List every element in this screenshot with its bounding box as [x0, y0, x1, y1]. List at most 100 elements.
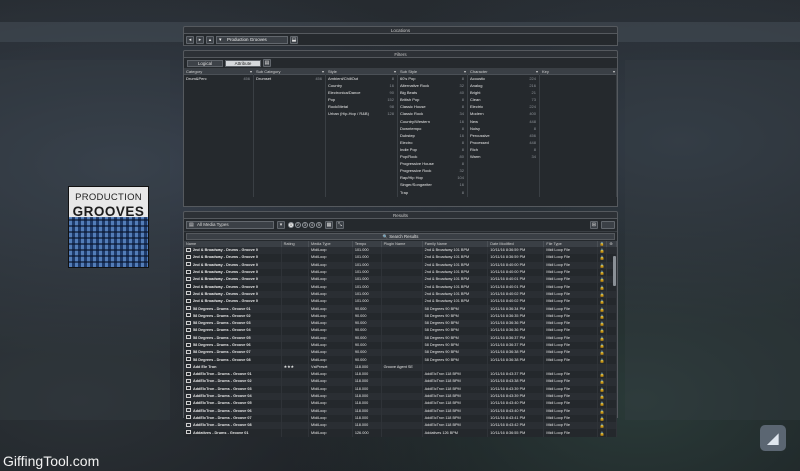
filter-item[interactable]: Clean 73	[468, 96, 539, 103]
filter-item[interactable]: Country 16	[326, 82, 397, 89]
write-protect-icon[interactable]: 🔒	[597, 378, 608, 386]
filter-item[interactable]: Warm 34	[468, 153, 539, 160]
filter-item[interactable]: Drum&Perc 456	[184, 75, 253, 82]
write-protect-icon[interactable]: 🔒	[597, 268, 608, 277]
filter-item[interactable]: Pop 152	[326, 96, 397, 103]
write-protect-icon[interactable]: 🔒	[597, 429, 608, 437]
media-type-select[interactable]: All Media Types	[186, 221, 274, 229]
back-icon[interactable]: ◂	[186, 35, 194, 44]
filter-item[interactable]: Rap/Hip Hop 104	[398, 174, 467, 181]
table-row[interactable]: 58 Degrees - Drums - Groove 07 MidiLoop 90…	[184, 349, 617, 357]
filter-item[interactable]: Electric 224	[468, 103, 539, 110]
table-row[interactable]: 2nd & Broadway - Drums - Groove 0 MidiLoo…	[184, 298, 617, 306]
filter-item[interactable]: Drumset 456	[254, 75, 325, 82]
filter-item[interactable]: Classic House 8	[398, 103, 467, 110]
location-path-select[interactable]: Production Grooves	[216, 35, 288, 44]
tab-logical[interactable]: Logical	[187, 59, 223, 67]
write-protect-icon[interactable]: 🔒	[597, 407, 608, 415]
write-protect-icon[interactable]: 🔒	[597, 349, 608, 357]
table-row[interactable]: AddElcTron - Drums - Groove 07 MidiLoop 11…	[184, 414, 617, 423]
filter-item[interactable]: Bright 21	[468, 89, 539, 96]
write-protect-icon[interactable]	[597, 363, 608, 372]
table-row[interactable]: Add Ele Tron ★★★ VstPreset 118.000 Groove Ag…	[184, 363, 617, 372]
write-protect-icon[interactable]: 🔒	[597, 400, 608, 408]
table-row[interactable]: 58 Degrees - Drums - Groove 08 MidiLoop 90…	[184, 356, 617, 364]
media-type-dropdown-icon[interactable]: ▾	[277, 221, 285, 229]
table-row[interactable]: 2nd & Broadway - Drums - Groove 0 MidiLoo…	[184, 261, 617, 269]
forward-icon[interactable]: ▸	[196, 35, 204, 44]
write-protect-icon[interactable]: 🔒	[597, 327, 608, 335]
table-row[interactable]: AddElcTron - Drums - Groove 06 MidiLoop 11…	[184, 407, 617, 415]
write-protect-icon[interactable]: 🔒	[597, 261, 608, 269]
table-row[interactable]: 58 Degrees - Drums - Groove 01 MidiLoop 90…	[184, 305, 617, 313]
filter-item[interactable]: Modern 400	[468, 110, 539, 117]
filter-item[interactable]: Country/Western 16	[398, 118, 467, 125]
write-protect-icon[interactable]: 🔒	[597, 356, 608, 364]
page-button[interactable]: 2	[295, 222, 301, 228]
table-row[interactable]: AddElcTron - Drums - Groove 04 MidiLoop 11…	[184, 392, 617, 401]
table-row[interactable]: AddElcTron - Drums - Groove 01 MidiLoop 11…	[184, 371, 617, 379]
filter-item[interactable]: Singer/Songwriter 16	[398, 181, 467, 188]
filter-item[interactable]: Downtempo 8	[398, 125, 467, 132]
filter-item[interactable]: Ambient/ChillOut 8	[326, 75, 397, 82]
table-row[interactable]: 58 Degrees - Drums - Groove 04 MidiLoop 90…	[184, 327, 617, 335]
filter-item[interactable]: Rock/Metal 98	[326, 103, 397, 110]
search-results-field[interactable]: 🔍 Search Results	[186, 233, 615, 240]
filter-item[interactable]: Trap 8	[398, 189, 467, 196]
filter-item[interactable]: Pop/Rock 80	[398, 153, 467, 160]
page-button[interactable]: 1	[288, 222, 294, 228]
shuffle-icon[interactable]: ⤡	[336, 221, 344, 229]
write-protect-icon[interactable]: 🔒	[597, 422, 608, 430]
filter-item[interactable]: Progressive Rock 32	[398, 167, 467, 174]
filter-item[interactable]: Indie Pop 8	[398, 146, 467, 153]
page-button[interactable]: 5	[316, 222, 322, 228]
write-protect-icon[interactable]: 🔒	[597, 371, 608, 379]
table-row[interactable]: AddElcTron - Drums - Groove 05 MidiLoop 11…	[184, 400, 617, 408]
results-scrollbar[interactable]	[613, 256, 616, 286]
tab-attribute[interactable]: Attribute	[225, 59, 261, 67]
filter-item[interactable]: Percussive 456	[468, 132, 539, 139]
filter-item[interactable]: Classic Rock 34	[398, 110, 467, 117]
table-row[interactable]: AddElcTron - Drums - Groove 03 MidiLoop 11…	[184, 385, 617, 393]
filter-item[interactable]: British Pop 8	[398, 96, 467, 103]
table-row[interactable]: 2nd & Broadway - Drums - Groove 0 MidiLoo…	[184, 254, 617, 262]
write-protect-icon[interactable]: 🔒	[597, 312, 608, 320]
write-protect-icon[interactable]: 🔒	[597, 298, 608, 306]
filter-item[interactable]: 60's Pop 8	[398, 75, 467, 82]
view-toggle-icon[interactable]: ▦	[325, 221, 333, 229]
write-protect-icon[interactable]: 🔒	[597, 254, 608, 262]
filter-column-header[interactable]: Key	[540, 69, 616, 75]
filter-item[interactable]: Urban (Hip-Hop / R&B) 128	[326, 110, 397, 117]
table-row[interactable]: AddElcTron - Drums - Groove 02 MidiLoop 11…	[184, 378, 617, 386]
table-row[interactable]: 2nd & Broadway - Drums - Groove 0 MidiLoo…	[184, 290, 617, 299]
results-slider[interactable]	[601, 221, 615, 229]
write-protect-icon[interactable]: 🔒	[597, 290, 608, 299]
table-row[interactable]: AddElcTron - Drums - Groove 08 MidiLoop 11…	[184, 422, 617, 430]
page-button[interactable]: 3	[302, 222, 308, 228]
filter-item[interactable]: Noisy 8	[468, 125, 539, 132]
filter-item[interactable]: Alternative Rock 32	[398, 82, 467, 89]
filter-item[interactable]: Processed 448	[468, 139, 539, 146]
table-row[interactable]: 58 Degrees - Drums - Groove 03 MidiLoop 90…	[184, 319, 617, 328]
write-protect-icon[interactable]: 🔒	[597, 392, 608, 401]
filter-item[interactable]: New 448	[468, 118, 539, 125]
filter-item[interactable]: Electro 8	[398, 139, 467, 146]
up-icon[interactable]: ▴	[206, 35, 214, 44]
write-protect-icon[interactable]: 🔒	[597, 276, 608, 284]
table-row[interactable]: 58 Degrees - Drums - Groove 02 MidiLoop 90…	[184, 312, 617, 320]
table-row[interactable]: 2nd & Broadway - Drums - Groove 0 MidiLoo…	[184, 247, 617, 255]
write-protect-icon[interactable]: 🔒	[597, 385, 608, 393]
table-row[interactable]: 2nd & Broadway - Drums - Groove 0 MidiLoo…	[184, 268, 617, 277]
filter-item[interactable]: Dubstep 16	[398, 132, 467, 139]
write-protect-icon[interactable]: 🔒	[597, 334, 608, 342]
filter-options-icon[interactable]: ▤	[263, 59, 271, 67]
filter-item[interactable]: Acoustic 224	[468, 75, 539, 82]
write-protect-icon[interactable]: 🔒	[597, 283, 608, 291]
hierarchy-icon[interactable]: ⊞	[590, 221, 598, 229]
table-row[interactable]: 58 Degrees - Drums - Groove 06 MidiLoop 90…	[184, 341, 617, 350]
filter-item[interactable]: Analog 216	[468, 82, 539, 89]
table-row[interactable]: 58 Degrees - Drums - Groove 05 MidiLoop 90…	[184, 334, 617, 342]
write-protect-icon[interactable]: 🔒	[597, 247, 608, 255]
table-row[interactable]: 2nd & Broadway - Drums - Groove 0 MidiLoo…	[184, 283, 617, 291]
filter-item[interactable]: Rich 8	[468, 146, 539, 153]
